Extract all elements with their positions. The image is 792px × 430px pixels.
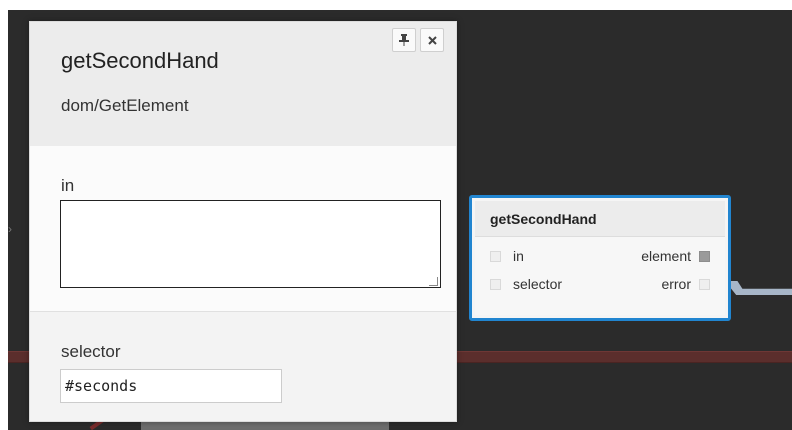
panel-footer xyxy=(30,312,456,421)
port-label: in xyxy=(513,248,524,264)
node-port-selector[interactable]: selector xyxy=(490,276,562,292)
close-icon xyxy=(427,35,437,45)
in-field-label: in xyxy=(61,176,75,195)
port-label: element xyxy=(641,248,691,264)
panel-title: getSecondHand xyxy=(61,48,219,73)
resize-handle-icon[interactable] xyxy=(429,277,438,286)
pin-icon xyxy=(399,34,409,46)
port-in-icon[interactable] xyxy=(490,250,501,262)
port-error-icon[interactable] xyxy=(699,278,710,290)
node-port-error[interactable]: error xyxy=(661,276,710,292)
node-title: getSecondHand xyxy=(490,210,597,227)
node-header[interactable]: getSecondHand xyxy=(475,201,725,237)
node-port-in[interactable]: in xyxy=(490,248,524,264)
close-button[interactable] xyxy=(420,28,444,52)
selector-field-label: selector xyxy=(61,342,121,361)
selector-input[interactable] xyxy=(60,369,282,403)
port-label: selector xyxy=(513,276,563,292)
in-textarea[interactable] xyxy=(60,200,441,288)
connection-wire-element[interactable] xyxy=(730,281,792,295)
scroll-left-icon: › xyxy=(8,222,12,236)
pin-button[interactable] xyxy=(392,28,416,52)
port-label: error xyxy=(661,276,691,292)
panel-subtitle: dom/GetElement xyxy=(61,96,189,115)
node-body: getSecondHand in selector element error xyxy=(475,201,725,315)
port-element-icon[interactable] xyxy=(699,250,710,262)
node-port-element[interactable]: element xyxy=(641,248,710,264)
node-inspector-panel: getSecondHand dom/GetElement in selector xyxy=(29,21,457,422)
graph-node-getsecondhand[interactable]: getSecondHand in selector element error xyxy=(469,195,731,321)
port-selector-icon[interactable] xyxy=(490,278,501,290)
panel-header: getSecondHand dom/GetElement xyxy=(30,22,456,146)
